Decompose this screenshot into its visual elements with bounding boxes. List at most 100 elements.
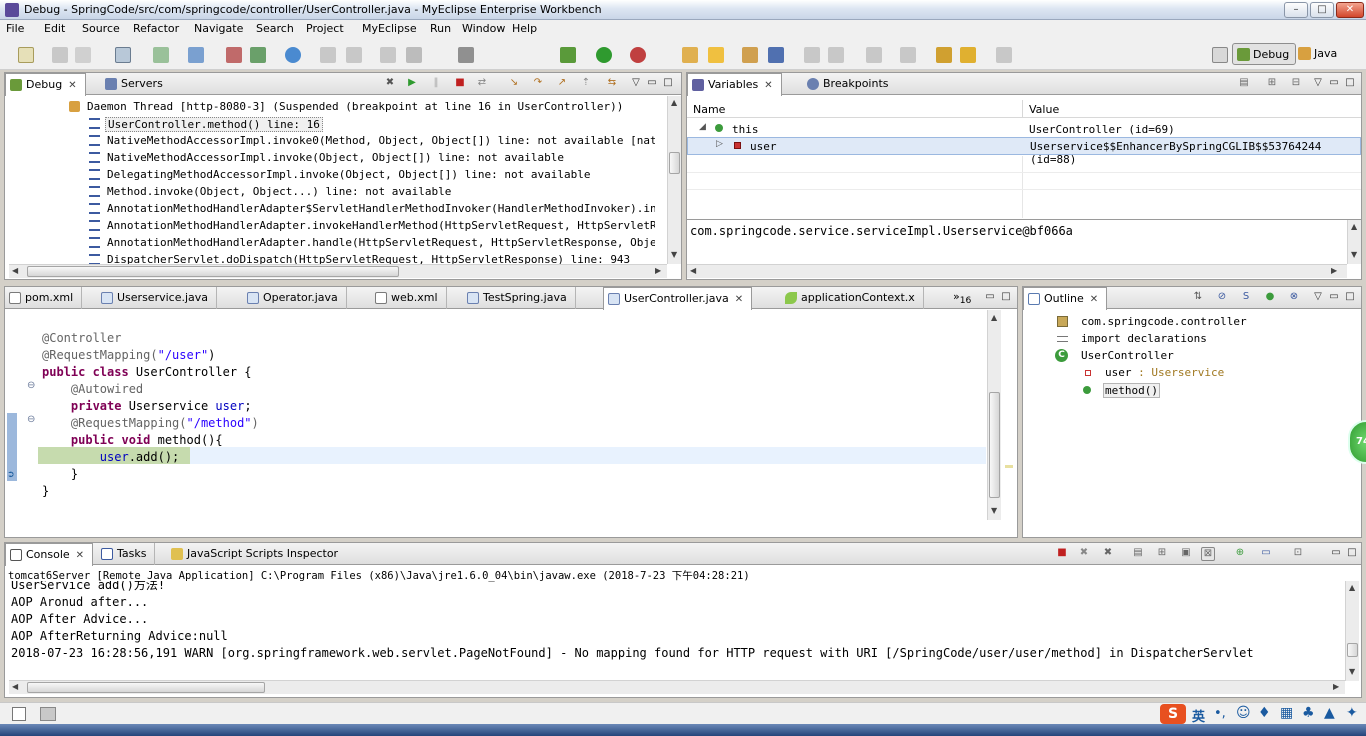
- skin-icon[interactable]: ♣: [1302, 705, 1315, 721]
- ime-logo-icon[interactable]: S: [1160, 704, 1186, 724]
- pin-console-icon[interactable]: ⊠: [1201, 547, 1215, 561]
- tab-operator-java[interactable]: Operator.java: [243, 287, 347, 309]
- scroll-left-icon[interactable]: ◀: [12, 682, 18, 691]
- menu-refactor[interactable]: Refactor: [133, 22, 179, 35]
- scroll-left-icon[interactable]: ◀: [12, 266, 18, 275]
- show-logical-structure-icon[interactable]: ⊞: [1265, 77, 1279, 91]
- fold-icon[interactable]: ⊖: [27, 380, 35, 391]
- step-over-icon[interactable]: ↷: [531, 77, 545, 91]
- minimize-view-icon[interactable]: ▭: [1327, 77, 1341, 91]
- scroll-lock-icon[interactable]: ⊞: [1155, 547, 1169, 561]
- terminate-icon[interactable]: [380, 47, 396, 63]
- code-line[interactable]: public class UserController {: [42, 364, 252, 381]
- server-icon[interactable]: [188, 47, 204, 63]
- microphone-icon[interactable]: ♦: [1258, 705, 1271, 721]
- outline-item-method[interactable]: method(): [1023, 381, 1347, 398]
- open-perspective-icon[interactable]: [1212, 47, 1228, 63]
- stack-frame[interactable]: Method.invoke(Object, Object...) line: n…: [5, 183, 655, 200]
- shirt-icon[interactable]: ▲: [1324, 705, 1335, 721]
- table-row[interactable]: ◢ this UserController (id=69): [687, 120, 1361, 138]
- code-line[interactable]: public void method(){: [42, 432, 223, 449]
- close-icon[interactable]: ✕: [76, 550, 84, 561]
- tab-js-inspector[interactable]: JavaScript Scripts Inspector: [167, 543, 346, 565]
- scroll-thumb[interactable]: [1347, 643, 1358, 657]
- menu-help[interactable]: Help: [512, 22, 537, 35]
- tab-overflow[interactable]: »16: [953, 290, 971, 306]
- collapse-all-icon[interactable]: ⊟: [1289, 77, 1303, 91]
- scroll-thumb[interactable]: [669, 152, 680, 174]
- code-line[interactable]: @Controller: [42, 330, 121, 347]
- pen-icon[interactable]: [828, 47, 844, 63]
- scroll-thumb[interactable]: [27, 682, 265, 693]
- disconnect-icon[interactable]: [406, 47, 422, 63]
- expand-icon[interactable]: ▷: [716, 139, 723, 149]
- hide-fields-icon[interactable]: ⊘: [1215, 291, 1229, 305]
- minimize-view-icon[interactable]: ▭: [1329, 547, 1343, 561]
- menu-project[interactable]: Project: [306, 22, 344, 35]
- stack-frame[interactable]: DelegatingMethodAccessorImpl.invoke(Obje…: [5, 166, 655, 183]
- scroll-up-icon[interactable]: ▲: [1349, 583, 1355, 592]
- prev-annotation-icon[interactable]: [900, 47, 916, 63]
- scroll-thumb[interactable]: [989, 392, 1000, 498]
- scroll-right-icon[interactable]: ▶: [1331, 266, 1337, 275]
- close-icon[interactable]: ✕: [1090, 294, 1098, 305]
- outline-item-class[interactable]: C UserController: [1023, 347, 1347, 364]
- stack-frame[interactable]: DispatcherServlet.doDispatch(HttpServlet…: [5, 251, 655, 264]
- menu-file[interactable]: File: [6, 22, 24, 35]
- code-line[interactable]: private Userservice user;: [42, 398, 252, 415]
- outline-item-package[interactable]: com.springcode.controller: [1023, 313, 1347, 330]
- scroll-up-icon[interactable]: ▲: [1351, 222, 1357, 231]
- new-server-icon[interactable]: [226, 47, 242, 63]
- browser-icon[interactable]: [115, 47, 131, 63]
- maximize-view-icon[interactable]: □: [1345, 547, 1359, 561]
- menu-source[interactable]: Source: [82, 22, 120, 35]
- minimize-view-icon[interactable]: ▭: [645, 77, 659, 91]
- detail-hscroll[interactable]: ◀ ▶: [687, 264, 1347, 278]
- remove-launch-icon[interactable]: ✖: [1077, 547, 1091, 561]
- step-filters-icon[interactable]: ⇆: [605, 77, 619, 91]
- menu-navigate[interactable]: Navigate: [194, 22, 243, 35]
- debug-run-icon[interactable]: [560, 47, 576, 63]
- last-edit-icon[interactable]: [936, 47, 952, 63]
- expand-icon[interactable]: ◢: [699, 122, 706, 132]
- disconnect-icon[interactable]: ⇄: [475, 77, 489, 91]
- detail-vscroll[interactable]: ▲ ▼: [1347, 220, 1361, 264]
- menu-myeclipse[interactable]: MyEclipse: [362, 22, 417, 35]
- code-line[interactable]: @RequestMapping("/user"): [42, 347, 215, 364]
- minimize-button[interactable]: –: [1284, 2, 1308, 18]
- tab-userservice-java[interactable]: Userservice.java: [97, 287, 218, 309]
- minimize-view-icon[interactable]: ▭: [983, 291, 997, 305]
- code-line[interactable]: user.add();: [42, 449, 179, 466]
- terminate-icon[interactable]: ■: [453, 77, 467, 91]
- back-icon[interactable]: [960, 47, 976, 63]
- remove-all-icon[interactable]: ✖: [1101, 547, 1115, 561]
- forward-icon[interactable]: [996, 47, 1012, 63]
- perspective-java[interactable]: Java: [1294, 43, 1343, 65]
- punctuation-icon[interactable]: •,: [1214, 706, 1226, 721]
- scroll-left-icon[interactable]: ◀: [690, 266, 696, 275]
- menu-edit[interactable]: Edit: [44, 22, 65, 35]
- stack-frame[interactable]: AnnotationMethodHandlerAdapter$ServletHa…: [5, 200, 655, 217]
- new-console-icon[interactable]: ⊕: [1233, 547, 1247, 561]
- screenshot-icon[interactable]: [458, 47, 474, 63]
- sort-icon[interactable]: ⇅: [1191, 291, 1205, 305]
- open-type-icon[interactable]: [682, 47, 698, 63]
- fold-icon[interactable]: ⊖: [27, 414, 35, 425]
- column-name[interactable]: Name: [693, 103, 725, 116]
- show-on-output-icon[interactable]: ▣: [1179, 547, 1193, 561]
- hide-static-icon[interactable]: S: [1239, 291, 1253, 305]
- show-type-names-icon[interactable]: ▤: [1237, 77, 1251, 91]
- open-task-icon[interactable]: [708, 47, 724, 63]
- menu-search[interactable]: Search: [256, 22, 294, 35]
- code-line[interactable]: @Autowired: [42, 381, 143, 398]
- code-line[interactable]: @RequestMapping("/method"): [42, 415, 259, 432]
- hide-nonpublic-icon[interactable]: ●: [1263, 291, 1277, 305]
- scroll-thumb[interactable]: [27, 266, 399, 277]
- terminate-icon[interactable]: ■: [1055, 547, 1069, 561]
- thread-row[interactable]: Daemon Thread [http-8080-3] (Suspended (…: [5, 98, 655, 115]
- open-console-icon[interactable]: ⊡: [1291, 547, 1305, 561]
- run-server-icon[interactable]: [250, 47, 266, 63]
- drop-to-frame-icon[interactable]: ⇡: [579, 77, 593, 91]
- tools-icon[interactable]: ✦: [1346, 705, 1358, 721]
- console-output[interactable]: UserService add()方法! AOP Aronud after...…: [5, 581, 1345, 681]
